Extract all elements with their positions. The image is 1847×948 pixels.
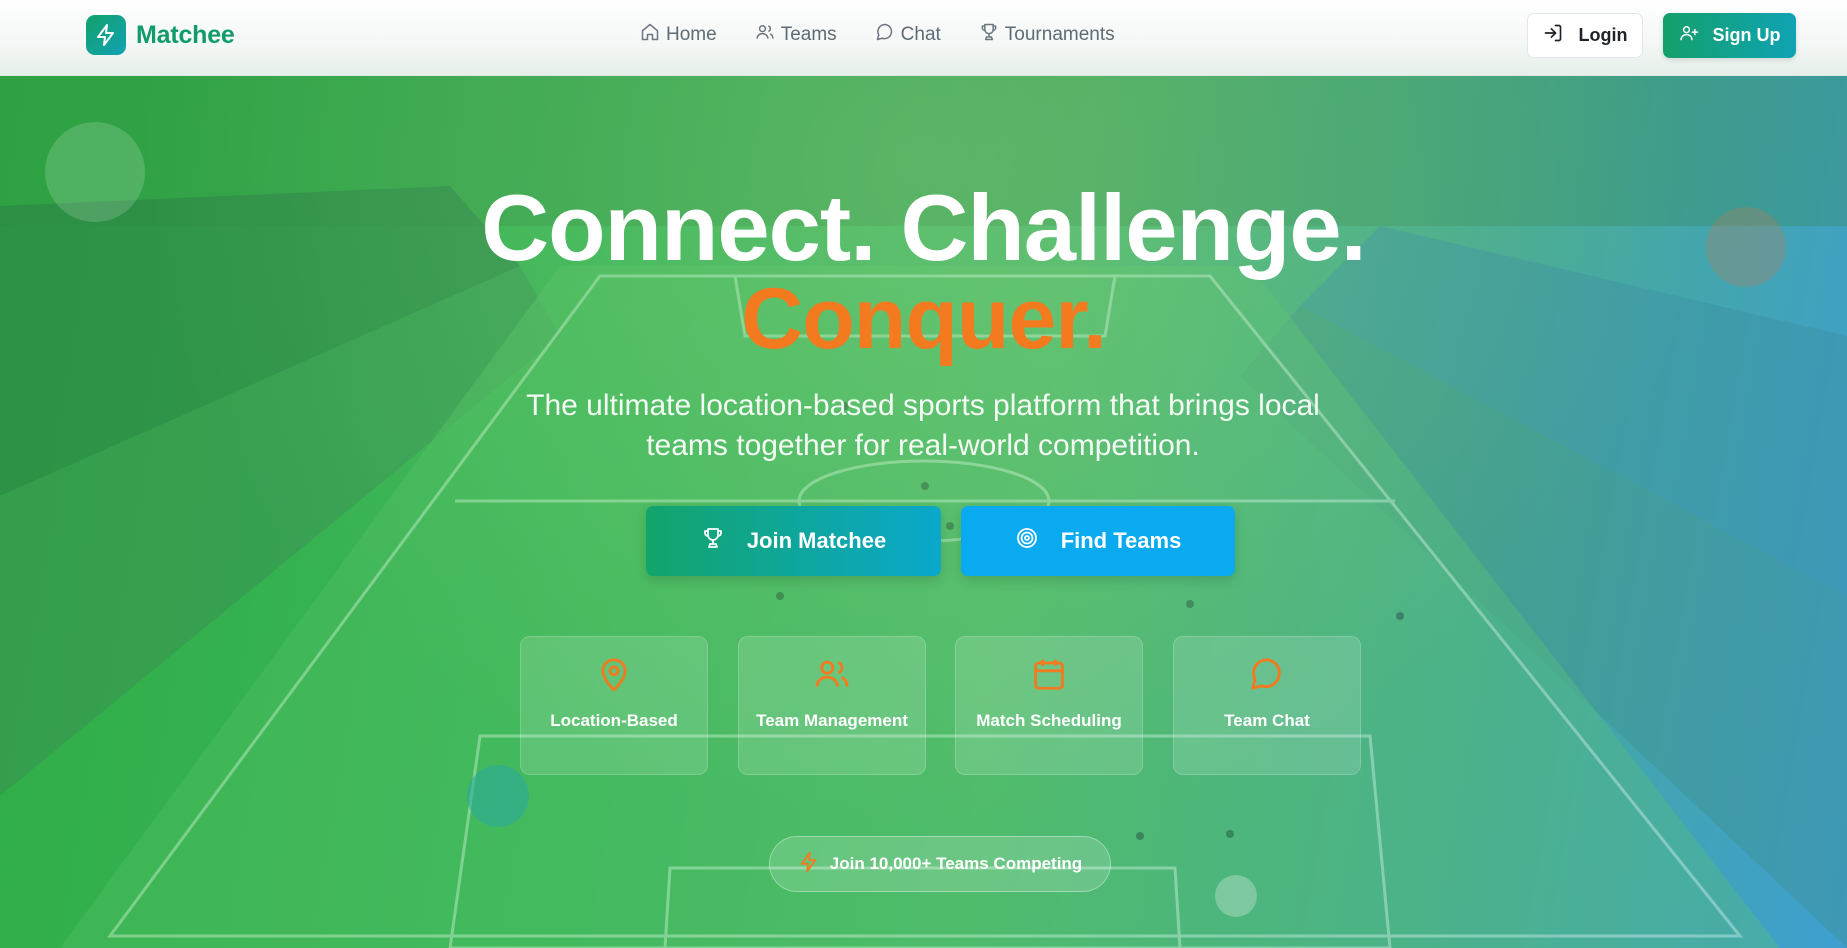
home-icon (640, 22, 660, 48)
feature-card-match-scheduling: Match Scheduling (955, 636, 1143, 775)
decorative-circle (1215, 875, 1257, 917)
chat-icon (875, 22, 895, 48)
bolt-icon (86, 15, 126, 55)
brand-logo[interactable]: Matchee (86, 15, 235, 55)
signup-label: Sign Up (1712, 25, 1781, 45)
users-icon (813, 655, 851, 698)
nav-teams-label: Teams (780, 24, 837, 45)
signup-button[interactable]: Sign Up (1663, 13, 1796, 58)
badge-text: Join 10,000+ Teams Competing (829, 854, 1083, 873)
hero-headline: Connect. Challenge. (481, 175, 1367, 280)
trophy-icon (701, 526, 725, 556)
trophy-icon (979, 22, 999, 48)
feature-label: Location-Based (550, 711, 678, 730)
chat-icon (1248, 655, 1286, 698)
login-button[interactable]: Login (1527, 13, 1643, 58)
bolt-icon (798, 851, 820, 878)
find-teams-button[interactable]: Find Teams (961, 506, 1235, 576)
main-nav: Home Teams Chat Tournaments (640, 22, 1115, 48)
join-matchee-button[interactable]: Join Matchee (646, 506, 941, 576)
calendar-icon (1030, 655, 1068, 698)
users-icon (755, 22, 775, 48)
nav-tournaments-label: Tournaments (1004, 24, 1115, 45)
teams-competing-badge: Join 10,000+ Teams Competing (769, 836, 1111, 892)
feature-label: Match Scheduling (976, 711, 1122, 730)
feature-label: Team Management (756, 711, 908, 730)
hero-headline-accent: Conquer. (741, 271, 1107, 367)
nav-chat-label: Chat (900, 24, 941, 45)
feature-card-team-chat: Team Chat (1173, 636, 1361, 775)
nav-tournaments[interactable]: Tournaments (979, 22, 1115, 48)
top-navbar: Matchee Home Teams Chat Tournaments Logi… (0, 0, 1847, 76)
map-pin-icon (595, 655, 633, 698)
feature-label: Team Chat (1224, 711, 1310, 730)
brand-name: Matchee (136, 20, 235, 49)
hero-section: Connect. Challenge. Conquer. The ultimat… (0, 76, 1847, 948)
join-matchee-label: Join Matchee (746, 528, 887, 553)
nav-home[interactable]: Home (640, 22, 717, 48)
login-label: Login (1578, 25, 1628, 45)
decorative-circle (467, 765, 529, 827)
hero-subtitle: The ultimate location-based sports platf… (526, 389, 1320, 462)
nav-home-label: Home (666, 24, 717, 45)
user-plus-icon (1679, 23, 1699, 48)
login-icon (1543, 23, 1563, 48)
nav-teams[interactable]: Teams (755, 22, 837, 48)
feature-card-team-management: Team Management (738, 636, 926, 775)
find-teams-label: Find Teams (1060, 528, 1182, 553)
target-icon (1015, 526, 1039, 556)
nav-chat[interactable]: Chat (875, 22, 941, 48)
feature-card-location: Location-Based (520, 636, 708, 775)
